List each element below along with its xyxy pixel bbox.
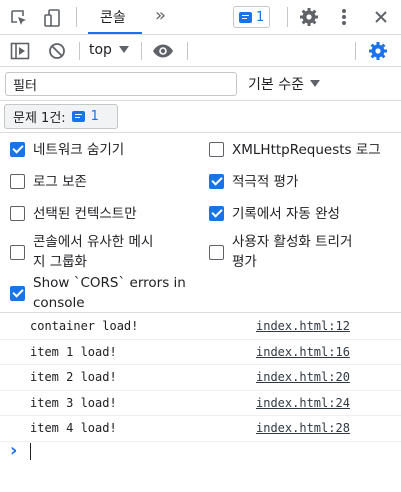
device-toolbar-icon[interactable]	[40, 6, 66, 30]
setting-label-line: 평가	[232, 254, 257, 270]
setting-label-line: console	[33, 295, 85, 311]
issues-button[interactable]: 문제 1건: 1	[4, 104, 118, 129]
chevron-down-icon	[309, 80, 320, 87]
console-settings-gear-icon[interactable]	[366, 40, 390, 62]
setting-label-line: 콘솔에서 유사한 메시	[33, 234, 154, 250]
context-selector[interactable]: top	[89, 42, 129, 58]
console-log-row: item 4 load! index.html:28	[0, 416, 401, 442]
setting-label: 선택된 컨텍스트만	[33, 206, 137, 222]
message-icon	[239, 11, 252, 23]
toolbar-divider	[287, 7, 288, 27]
setting-selected-context-only[interactable]: 선택된 컨텍스트만	[10, 204, 137, 224]
setting-label: 사용자 활성화 트리거 평가	[232, 232, 352, 272]
toolbar-divider	[76, 7, 77, 27]
chevron-down-icon	[118, 46, 129, 53]
setting-label: XMLHttpRequests 로그	[232, 142, 381, 158]
toolbar-divider	[355, 42, 356, 60]
filter-placeholder: 필터	[13, 78, 37, 94]
setting-label: 로그 보존	[33, 174, 87, 190]
checkbox[interactable]	[209, 174, 224, 189]
setting-eager-evaluation[interactable]: 적극적 평가	[209, 172, 298, 192]
issue-message-icon	[71, 111, 85, 122]
sidebar-toggle-icon[interactable]	[8, 40, 32, 62]
setting-label: 네트워크 숨기기	[33, 142, 125, 158]
checkbox[interactable]	[209, 142, 224, 157]
checkbox[interactable]	[209, 206, 224, 221]
live-expression-eye-icon[interactable]	[150, 40, 176, 62]
checkbox[interactable]	[10, 285, 25, 301]
console-log-row: item 2 load! index.html:20	[0, 365, 401, 391]
log-message: item 4 load!	[30, 421, 117, 435]
filter-input[interactable]: 필터	[5, 72, 237, 96]
console-messages-badge[interactable]: 1	[233, 6, 271, 28]
settings-gear-icon[interactable]	[297, 6, 321, 28]
checkbox[interactable]	[10, 142, 25, 157]
text-cursor	[30, 443, 31, 460]
console-log-row: item 1 load! index.html:16	[0, 340, 401, 365]
log-message: item 1 load!	[30, 344, 117, 359]
more-options-icon[interactable]	[333, 6, 355, 28]
issues-label: 문제 1건:	[13, 111, 66, 126]
console-log-row: container load! index.html:12	[0, 314, 401, 340]
context-selector-label: top	[89, 42, 112, 58]
toolbar-divider	[187, 42, 188, 60]
clear-console-icon[interactable]	[45, 40, 69, 62]
toolbar-divider	[141, 42, 142, 60]
setting-label: 기록에서 자동 완성	[232, 206, 340, 222]
active-tab-indicator	[88, 32, 142, 34]
message-count: 1	[256, 9, 265, 25]
prompt-chevron-icon: ›	[10, 440, 18, 461]
setting-autocomplete-from-history[interactable]: 기록에서 자동 완성	[209, 204, 340, 224]
console-log-row: item 3 load! index.html:24	[0, 391, 401, 416]
setting-label-line: 사용자 활성화 트리거	[232, 234, 353, 250]
checkbox[interactable]	[10, 174, 25, 189]
setting-label: Show `CORS` errors in console	[33, 273, 186, 313]
log-source-link[interactable]: index.html:28	[256, 421, 350, 435]
issues-count: 1	[90, 109, 99, 124]
setting-preserve-log[interactable]: 로그 보존	[10, 172, 87, 192]
checkbox[interactable]	[10, 244, 25, 260]
setting-label: 콘솔에서 유사한 메시 지 그룹화	[33, 232, 153, 272]
setting-label-line: 지 그룹화	[33, 254, 87, 270]
log-message: item 3 load!	[30, 395, 117, 410]
log-source-link[interactable]: index.html:24	[256, 396, 350, 410]
setting-user-activation-eval[interactable]: 사용자 활성화 트리거 평가	[209, 232, 352, 272]
setting-log-xmlhttprequests[interactable]: XMLHttpRequests 로그	[209, 140, 381, 160]
log-source-link[interactable]: index.html:16	[256, 345, 350, 359]
tab-console-label: 콘솔	[100, 10, 126, 26]
setting-show-cors-errors[interactable]: Show `CORS` errors in console	[10, 273, 186, 313]
console-settings-panel: 네트워크 숨기기 XMLHttpRequests 로그 로그 보존 적극적 평가…	[0, 133, 401, 313]
setting-hide-network[interactable]: 네트워크 숨기기	[10, 140, 124, 160]
console-prompt[interactable]: ›	[0, 439, 401, 465]
log-level-dropdown[interactable]: 기본 수준	[248, 74, 320, 94]
log-source-link[interactable]: index.html:12	[256, 319, 350, 333]
inspect-element-icon[interactable]	[6, 6, 32, 30]
log-source-link[interactable]: index.html:20	[256, 370, 350, 384]
setting-label: 적극적 평가	[232, 174, 299, 190]
checkbox[interactable]	[10, 206, 25, 221]
setting-label-line: Show `CORS` errors in	[33, 275, 186, 291]
log-message: item 2 load!	[30, 370, 117, 384]
close-icon[interactable]	[369, 6, 393, 28]
toolbar-divider	[79, 42, 80, 60]
tab-console[interactable]: 콘솔	[100, 7, 126, 27]
setting-group-similar[interactable]: 콘솔에서 유사한 메시 지 그룹화	[10, 232, 153, 272]
log-message: container load!	[30, 319, 139, 333]
log-level-label: 기본 수준	[248, 77, 304, 93]
more-tabs-button[interactable]: »	[155, 5, 166, 26]
checkbox[interactable]	[209, 244, 224, 260]
